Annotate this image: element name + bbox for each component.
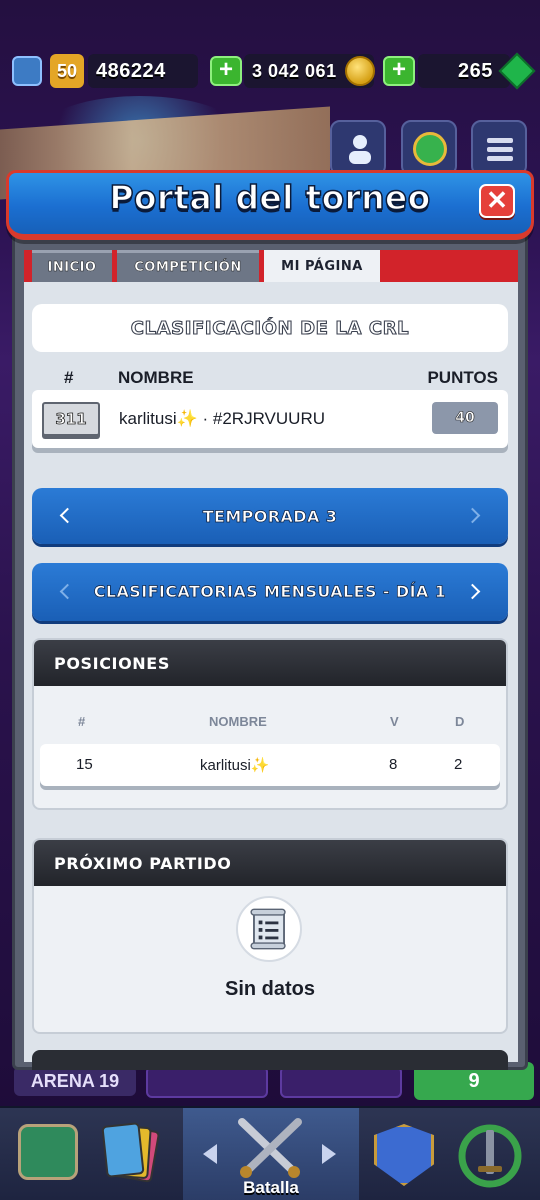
gold-coin-icon: [345, 56, 375, 86]
player-name-tag: karlitusi✨ · #2RJRVUURU: [119, 409, 326, 428]
crown-icon: [413, 132, 447, 166]
positions-col-wins: V: [390, 714, 399, 729]
positions-col-rank: #: [78, 714, 86, 729]
add-gems-button[interactable]: +: [383, 56, 415, 86]
positions-wins: 8: [389, 756, 398, 773]
clan-war-button[interactable]: [401, 120, 457, 176]
season-label: TEMPORADA 3: [202, 506, 338, 526]
qualifier-label: CLASIFICATORIAS MENSUALES - DÍA 1: [93, 582, 447, 602]
arena-label: ARENA 19: [14, 1066, 136, 1096]
positions-losses: 2: [454, 756, 463, 773]
gold-count: 3 042 061: [252, 60, 337, 81]
clan-shield-icon[interactable]: [374, 1124, 434, 1186]
scroll-icon: [236, 896, 302, 962]
chevron-left-icon[interactable]: [59, 583, 76, 600]
positions-card: POSICIONES # NOMBRE V D 15 karlitusi✨ 8 …: [32, 638, 508, 810]
friends-icon: [349, 135, 371, 164]
chevron-right-icon[interactable]: [464, 583, 481, 600]
tab-competicion[interactable]: COMPETICIÓN: [117, 250, 259, 282]
season-selector[interactable]: TEMPORADA 3: [32, 488, 508, 544]
points-badge: 40: [432, 402, 498, 434]
positions-col-name: NOMBRE: [209, 714, 267, 729]
positions-col-losses: D: [455, 714, 465, 729]
rank-badge: 311: [42, 402, 100, 436]
positions-rank: 15: [76, 756, 93, 773]
positions-title: POSICIONES: [34, 640, 506, 686]
nav-next-arrow[interactable]: [322, 1144, 336, 1164]
next-match-card: PRÓXIMO PARTIDO Sin datos: [32, 838, 508, 1034]
add-gold-button[interactable]: +: [210, 56, 242, 86]
cards-icon[interactable]: [101, 1122, 161, 1186]
gem-count: 265: [458, 59, 493, 82]
tab-mi-pagina[interactable]: MI PÁGINA: [264, 250, 380, 282]
crl-col-name: NOMBRE: [118, 368, 194, 387]
next-match-title: PRÓXIMO PARTIDO: [34, 840, 506, 886]
tab-inicio[interactable]: INICIO: [32, 250, 112, 282]
positions-player-name: karlitusi✨: [200, 757, 270, 774]
qualifier-selector[interactable]: CLASIFICATORIAS MENSUALES - DÍA 1: [32, 563, 508, 621]
trophy-shield-icon[interactable]: [12, 56, 42, 86]
chest-slot[interactable]: [280, 1066, 402, 1098]
main-menu-button[interactable]: [471, 120, 527, 176]
chest-slot[interactable]: [146, 1066, 268, 1098]
chevron-right-icon[interactable]: [464, 507, 481, 524]
close-button[interactable]: ✕: [479, 184, 515, 218]
positions-row[interactable]: 15 karlitusi✨ 8 2: [40, 744, 500, 786]
modal-title: Portal del torneo: [109, 177, 431, 218]
friends-button[interactable]: [330, 120, 386, 176]
no-data-text: Sin datos: [224, 978, 315, 1000]
crossed-swords-icon[interactable]: [230, 1116, 310, 1180]
trophy-count: 486224: [96, 59, 166, 82]
crl-ranking-title: CLASIFICACIÓN DE LA CRL: [32, 304, 508, 352]
next-card-peek: [32, 1050, 508, 1070]
trophy-counter: 486224: [88, 54, 198, 88]
crl-col-rank: #: [64, 368, 74, 387]
nav-prev-arrow[interactable]: [203, 1144, 217, 1164]
tournament-laurel-icon[interactable]: [458, 1122, 522, 1190]
shop-chest-icon[interactable]: [18, 1124, 78, 1180]
my-page-content: CLASIFICACIÓN DE LA CRL # NOMBRE PUNTOS …: [24, 282, 518, 1070]
gem-counter: 265: [418, 54, 510, 88]
tab-bar: INICIO COMPETICIÓN MI PÁGINA: [24, 250, 518, 282]
crl-col-points: PUNTOS: [427, 368, 498, 387]
bottom-navigation: Batalla: [0, 1106, 540, 1200]
chevron-left-icon[interactable]: [59, 507, 76, 524]
nav-battle-label: Batalla: [243, 1178, 299, 1197]
resource-bar: 50 486224 + 3 042 061 + 265: [0, 50, 540, 94]
crl-ranking-row[interactable]: 311 karlitusi✨ · #2RJRVUURU 40: [32, 390, 508, 448]
hamburger-icon: [487, 138, 513, 165]
level-badge[interactable]: 50: [50, 54, 84, 88]
